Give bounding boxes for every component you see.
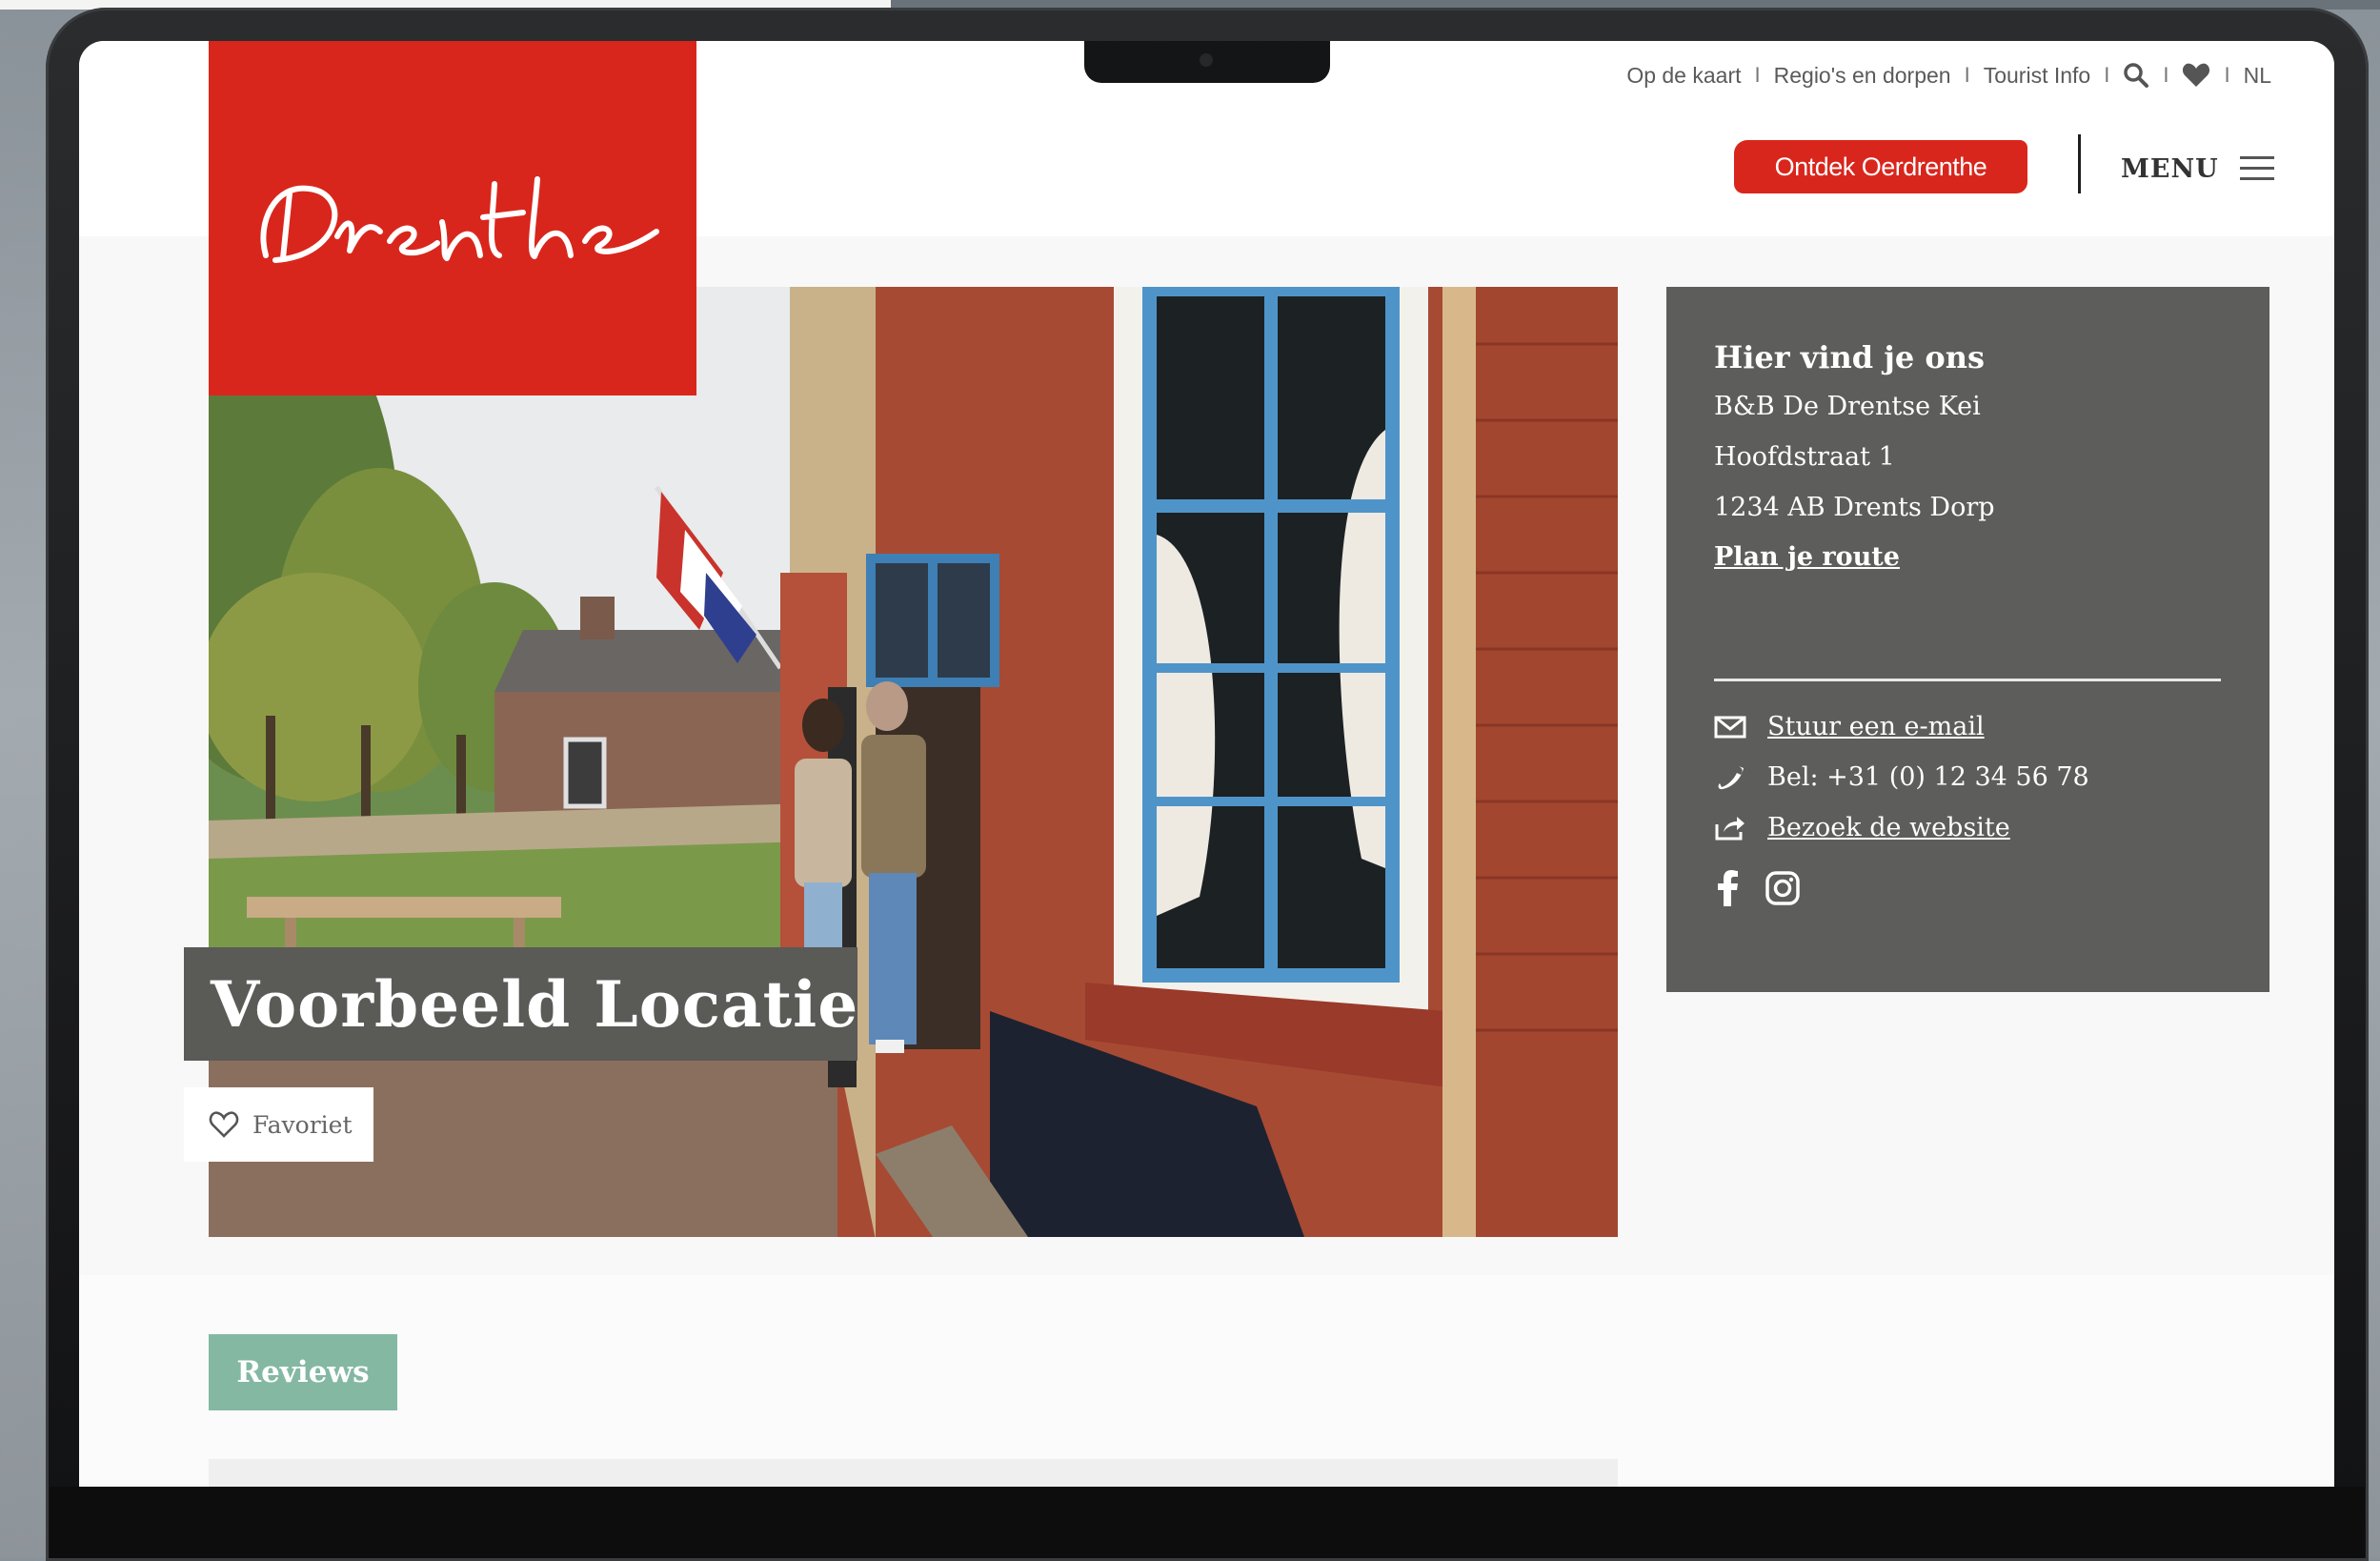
website-link[interactable]: Bezoek de website	[1767, 813, 2010, 842]
business-name: B&B De Drentse Kei	[1714, 392, 1981, 421]
external-link-icon	[1715, 816, 1745, 840]
nav-separator: I	[2224, 63, 2230, 87]
header-divider	[2078, 134, 2081, 193]
logo-script-mark	[260, 176, 659, 263]
utility-nav: Op de kaart I Regio's en dorpen I Touris…	[1626, 56, 2271, 94]
favorite-button[interactable]: Favoriet	[184, 1087, 373, 1162]
facebook-icon[interactable]	[1718, 870, 1739, 906]
hero-photo	[209, 287, 1618, 1237]
phone-row: Bel: +31 (0) 12 34 56 78	[1714, 762, 2089, 792]
search-icon[interactable]	[2123, 62, 2149, 89]
menu-label: MENU	[2121, 153, 2219, 184]
location-photo	[209, 287, 1618, 1237]
info-heading: Hier vind je ons	[1714, 339, 1985, 375]
postal-city: 1234 AB Drents Dorp	[1714, 493, 1995, 522]
instagram-icon[interactable]	[1765, 871, 1800, 905]
content-section	[79, 1275, 2334, 1487]
menu-button[interactable]: MENU	[2121, 148, 2274, 190]
street-address: Hoofdstraat 1	[1714, 442, 1895, 472]
nav-separator: I	[1754, 63, 1761, 87]
language-switch[interactable]: NL	[2244, 63, 2271, 89]
favorite-label: Favoriet	[252, 1110, 353, 1139]
drenthe-logo[interactable]	[209, 41, 696, 395]
heart-outline-icon	[209, 1111, 239, 1138]
browser-viewport: Op de kaart I Regio's en dorpen I Touris…	[79, 41, 2334, 1487]
reviews-tab[interactable]: Reviews	[209, 1334, 397, 1410]
webcam-icon	[1200, 53, 1213, 67]
heart-icon[interactable]	[2182, 63, 2210, 88]
email-row: Stuur een e-mail	[1714, 712, 1985, 741]
envelope-icon	[1714, 716, 1746, 738]
location-title-box: Voorbeeld Locatie	[184, 947, 857, 1061]
nav-separator: I	[2163, 63, 2169, 87]
phone-icon	[1718, 765, 1744, 789]
social-links	[1718, 870, 1800, 906]
nav-link-tourist-info[interactable]: Tourist Info	[1984, 63, 2091, 89]
nav-link-map[interactable]: Op de kaart	[1626, 63, 1741, 89]
hamburger-icon	[2239, 156, 2274, 180]
info-divider	[1714, 679, 2221, 681]
plan-route-link[interactable]: Plan je route	[1714, 542, 1900, 572]
page-title: Voorbeeld Locatie	[211, 966, 859, 1042]
contact-info-panel: Hier vind je ons B&B De Drentse Kei Hoof…	[1666, 287, 2269, 992]
camera-notch	[1084, 41, 1330, 83]
nav-separator: I	[1964, 63, 1970, 87]
laptop-bottom-bezel	[50, 1487, 2365, 1558]
content-placeholder	[209, 1459, 1618, 1487]
email-link[interactable]: Stuur een e-mail	[1767, 712, 1985, 741]
nav-separator: I	[2104, 63, 2110, 87]
phone-number[interactable]: Bel: +31 (0) 12 34 56 78	[1767, 762, 2089, 792]
ontdek-oerdrenthe-button[interactable]: Ontdek Oerdrenthe	[1734, 140, 2027, 193]
nav-link-regions[interactable]: Regio's en dorpen	[1774, 63, 1951, 89]
website-row: Bezoek de website	[1714, 813, 2010, 842]
